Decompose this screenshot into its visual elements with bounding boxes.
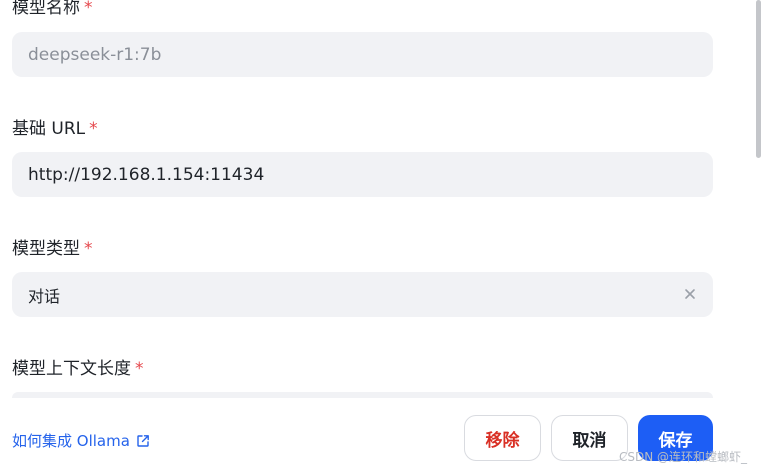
context-length-label-text: 模型上下文长度	[12, 359, 131, 379]
model-name-input[interactable]	[28, 44, 668, 65]
model-type-label-text: 模型类型	[12, 239, 80, 259]
context-length-label: 模型上下文长度 *	[12, 359, 144, 379]
ollama-help-link[interactable]: 如何集成 Ollama	[12, 430, 150, 451]
model-name-field[interactable]	[12, 32, 713, 77]
model-name-label: 模型名称 *	[12, 0, 93, 18]
help-link-text: 如何集成 Ollama	[12, 432, 130, 450]
model-type-label: 模型类型 *	[12, 239, 93, 259]
required-mark: *	[89, 119, 98, 139]
external-link-icon	[137, 434, 149, 447]
scrollbar[interactable]	[756, 0, 761, 158]
required-mark: *	[84, 239, 93, 259]
base-url-input[interactable]	[28, 164, 668, 185]
required-mark: *	[135, 359, 144, 379]
required-mark: *	[84, 0, 93, 18]
model-type-value: 对话	[28, 286, 61, 306]
cancel-button[interactable]: 取消	[551, 415, 628, 461]
base-url-label-text: 基础 URL	[12, 119, 86, 139]
base-url-field[interactable]	[12, 152, 713, 197]
remove-button[interactable]: 移除	[464, 415, 541, 461]
base-url-label: 基础 URL *	[12, 119, 98, 139]
model-name-label-text: 模型名称	[12, 0, 80, 18]
watermark: CSDN @连环和螳螂虾_	[619, 450, 748, 464]
model-type-select[interactable]: 对话	[12, 272, 713, 317]
close-icon[interactable]	[681, 285, 699, 303]
